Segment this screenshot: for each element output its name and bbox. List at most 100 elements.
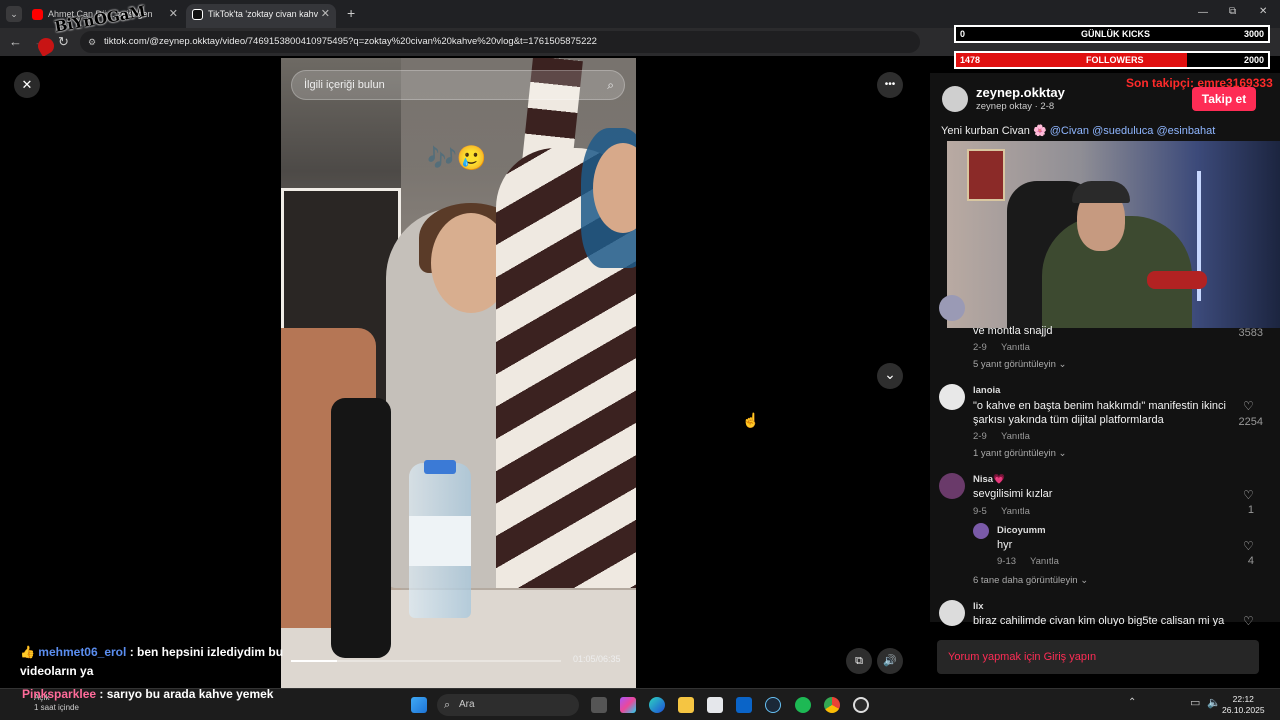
daily-kicks-label: GÜNLÜK KICKS [1081,29,1150,39]
edge-icon[interactable] [649,697,665,713]
weather-sub: 1 saat içinde [34,703,79,712]
comment-username[interactable]: lix [973,601,984,612]
comment-avatar[interactable] [939,295,965,321]
reload-icon[interactable]: ↻ [58,34,69,50]
close-tab-icon[interactable]: ✕ [169,4,178,24]
comment-likes: 1 [1247,504,1254,516]
new-tab-button[interactable]: + [347,5,355,21]
back-icon[interactable]: ← [9,34,22,49]
streamer-webcam [947,141,1280,328]
taskbar-search-label: Ara [459,699,475,710]
clock-time: 22:12 [1232,694,1254,704]
author-username[interactable]: zeynep.okktay [976,85,1065,100]
reply-text: hyr [997,539,1013,551]
last-follower: Son takipçi: emre3169333 [1126,76,1273,90]
taskbar-search[interactable]: ⌕ Ara [437,694,579,716]
close-video-button[interactable]: ✕ [14,72,40,98]
next-video-button[interactable]: ⌄ [877,363,903,389]
daily-kicks-goal-value: 3000 [1243,29,1264,39]
chrome-icon[interactable] [824,697,840,713]
tab-search-button[interactable]: ⌄ [6,6,22,22]
author-subtitle: zeynep oktay · 2-8 [976,101,1055,112]
heart-icon[interactable]: ♡ [1243,488,1254,502]
steam-icon[interactable] [765,697,781,713]
post-description: Yeni kurban Civan 🌸 @Civan @sueduluca @e… [941,124,1215,137]
login-to-comment[interactable]: Yorum yapmak için Giriş yapın [937,640,1259,674]
mouse-cursor-icon: ☝ [742,412,760,428]
search-icon: ⌕ [444,699,451,711]
video-time: 01:05/06:35 [573,654,621,664]
view-replies-link[interactable]: 5 yanıt görüntüleyin ⌄ [973,359,1067,370]
follow-button[interactable]: Takip et [1192,87,1256,111]
comment-date: 9-5 [973,506,987,517]
comment-text: biraz cahilimde civan kim oluyo big5te c… [973,615,1225,626]
reply-link[interactable]: Yanıtla [1001,431,1030,442]
copilot-icon[interactable] [620,697,636,713]
comment-username[interactable]: lanoia [973,385,1000,396]
mention-esinbahat[interactable]: @esinbahat [1156,125,1215,137]
minimize-button[interactable]: — [1198,7,1208,18]
related-search-input[interactable]: İlgili içeriği bulun ⌕ [291,70,625,100]
mention-sueduluca[interactable]: @sueduluca [1092,125,1153,137]
close-window-button[interactable]: ✕ [1259,6,1267,17]
view-more-replies-link[interactable]: 6 tane daha görüntüleyin ⌄ [973,575,1088,586]
view-more-replies-label: 6 tane daha görüntüleyin [973,575,1078,586]
comment-avatar[interactable] [939,384,965,410]
heart-icon[interactable]: ♡ [1243,539,1254,553]
reply-date: 9-13 [997,556,1017,567]
pip-button[interactable]: ⧉ [846,648,872,674]
video-player[interactable]: 🎶🥲 [281,58,636,688]
spotify-icon[interactable] [795,697,811,713]
outlook-icon[interactable] [736,697,752,713]
tab-tiktok[interactable]: TikTok'ta 'zoktay civan kahv ✕ [186,4,336,28]
reply-link[interactable]: Yanıtla [1001,506,1030,517]
file-explorer-icon[interactable] [678,697,694,713]
store-icon[interactable] [707,697,723,713]
comment-date: 2-9 [973,342,987,353]
chat-message: 👍 mehmet06_erol : ben hepsini izlediydim… [20,643,290,681]
heart-icon[interactable]: ♡ [1243,399,1254,413]
system-clock[interactable]: 22:12 26.10.2025 [1222,694,1265,716]
chat-username: Pinksparklee [22,687,97,701]
mention-civan[interactable]: @Civan [1050,125,1089,137]
flower-icon: 🌸 [1032,125,1047,137]
more-options-button[interactable]: ••• [877,72,903,98]
reply-username[interactable]: Dicoyumm [997,525,1046,536]
tray-overflow-icon[interactable]: ⌃ [1128,697,1136,708]
author-avatar[interactable] [942,86,968,112]
followers-goal: 1478 FOLLOWERS 2000 [954,51,1270,69]
task-view-icon[interactable] [591,697,607,713]
search-icon[interactable]: ⌕ [607,71,614,99]
windows-start-icon[interactable] [411,697,427,713]
chat-username: mehmet06_erol [38,645,127,659]
url-field[interactable]: ⚙ tiktok.com/@zeynep.okktay/video/746915… [80,31,920,53]
heart-icon[interactable]: ♡ [1243,614,1254,628]
video-progress-bar[interactable] [291,660,561,662]
tab-tiktok-label: TikTok'ta 'zoktay civan kahv [208,9,319,19]
video-emoji-overlay: 🎶🥲 [427,145,487,172]
comment-likes: 2254 [1238,416,1263,428]
followers-goal-value: 2000 [1243,55,1264,65]
reply-link[interactable]: Yanıtla [1030,556,1059,567]
comment-avatar[interactable] [939,600,965,626]
daily-kicks-goal: 0 GÜNLÜK KICKS 3000 [954,25,1270,43]
browser-tab-bar: ⌄ Ahmet Can Dü... zgisi gen ✕ TikTok'ta … [0,0,1280,28]
reply-avatar[interactable] [973,523,989,539]
comment-username[interactable]: Nisa💗 [973,474,1005,485]
comment-text: "o kahve en başta benim hakkımdı" manife… [973,400,1226,426]
view-replies-link[interactable]: 1 yanıt görüntüleyin ⌄ [973,448,1067,459]
chat-message: Pinksparklee : sarıyo bu arada kahve yem… [22,685,302,704]
restore-button[interactable]: ⧉ [1229,6,1236,17]
site-info-icon[interactable]: ⚙ [88,31,96,53]
volume-button[interactable]: 🔊 [877,648,903,674]
network-icon[interactable]: ▭ [1190,696,1200,709]
comment-avatar[interactable] [939,473,965,499]
view-replies-label: 5 yanıt görüntüleyin [973,359,1056,370]
related-search-placeholder: İlgili içeriği bulun [304,79,385,91]
followers-current: 1478 [960,55,981,65]
reply-link[interactable]: Yanıtla [1001,342,1030,353]
volume-tray-icon[interactable]: 🔈 [1207,696,1221,709]
close-tab-icon[interactable]: ✕ [321,4,330,24]
comment-text: sevgilisimi kızlar [973,488,1053,500]
obs-icon[interactable] [853,697,869,713]
